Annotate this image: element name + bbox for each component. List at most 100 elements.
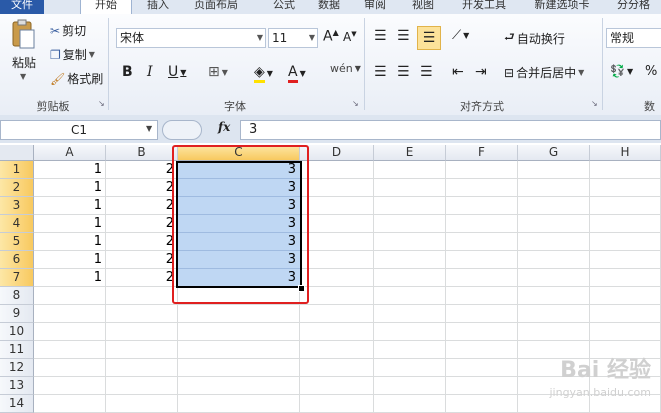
cell[interactable]: [446, 161, 518, 179]
decrease-indent-button[interactable]: ⇤: [452, 64, 464, 80]
formula-input[interactable]: 3: [240, 120, 661, 140]
cell[interactable]: [178, 359, 300, 377]
cell-b1[interactable]: 2: [106, 161, 178, 179]
cell[interactable]: [590, 233, 661, 251]
cell[interactable]: [374, 287, 446, 305]
cell[interactable]: [518, 287, 590, 305]
cell[interactable]: [590, 269, 661, 287]
underline-button[interactable]: U ▼: [168, 64, 186, 80]
cell[interactable]: [518, 215, 590, 233]
cell[interactable]: [590, 323, 661, 341]
accounting-format-button[interactable]: 💱 ▼: [610, 64, 633, 78]
cell[interactable]: [590, 341, 661, 359]
cell[interactable]: [374, 395, 446, 413]
cell[interactable]: [446, 269, 518, 287]
formula-expand-handle[interactable]: [162, 120, 202, 140]
cell[interactable]: [300, 161, 374, 179]
cell-b7[interactable]: 2: [106, 269, 178, 287]
cell[interactable]: [374, 341, 446, 359]
cell[interactable]: [106, 341, 178, 359]
cell[interactable]: [300, 341, 374, 359]
cell-b3[interactable]: 2: [106, 197, 178, 215]
paste-dropdown-icon[interactable]: ▼: [20, 72, 26, 81]
cell[interactable]: [446, 251, 518, 269]
tab-review[interactable]: 审阅: [352, 0, 398, 14]
cell-a6[interactable]: 1: [34, 251, 106, 269]
cell[interactable]: [300, 233, 374, 251]
cell[interactable]: [300, 251, 374, 269]
cell[interactable]: [106, 377, 178, 395]
bold-button[interactable]: B: [122, 64, 133, 80]
cell[interactable]: [374, 377, 446, 395]
tab-view[interactable]: 视图: [400, 0, 446, 14]
tab-data[interactable]: 数据: [306, 0, 352, 14]
cell[interactable]: [300, 395, 374, 413]
cell-b2[interactable]: 2: [106, 179, 178, 197]
clipboard-launcher-icon[interactable]: ↘: [98, 100, 106, 108]
cell[interactable]: [300, 269, 374, 287]
cell[interactable]: [106, 305, 178, 323]
copy-dropdown-icon[interactable]: ▼: [89, 50, 95, 59]
font-color-button[interactable]: A ▼: [288, 64, 306, 83]
cell[interactable]: [518, 233, 590, 251]
cell[interactable]: [446, 377, 518, 395]
tab-home[interactable]: 开始: [80, 0, 132, 14]
cell[interactable]: [34, 377, 106, 395]
cell[interactable]: [374, 305, 446, 323]
alignment-launcher-icon[interactable]: ↘: [591, 100, 599, 108]
cell[interactable]: [446, 305, 518, 323]
percent-button[interactable]: %: [645, 64, 657, 79]
font-name-select[interactable]: 宋体 ▼: [116, 28, 266, 48]
cell[interactable]: [374, 359, 446, 377]
merge-center-button[interactable]: ⊟ 合并后居中 ▼: [504, 64, 584, 81]
cell-a5[interactable]: 1: [34, 233, 106, 251]
cell-b6[interactable]: 2: [106, 251, 178, 269]
tab-insert[interactable]: 插入: [138, 0, 178, 14]
cell[interactable]: [300, 305, 374, 323]
cell-b5[interactable]: 2: [106, 233, 178, 251]
align-right-button[interactable]: ☰: [420, 64, 433, 80]
cell[interactable]: [518, 269, 590, 287]
cell[interactable]: [300, 377, 374, 395]
font-size-select[interactable]: 11 ▼: [268, 28, 318, 48]
cell[interactable]: [34, 323, 106, 341]
cell[interactable]: [106, 287, 178, 305]
chevron-down-icon[interactable]: ▼: [146, 124, 152, 133]
tab-file[interactable]: 文件: [0, 0, 44, 14]
cell[interactable]: [374, 323, 446, 341]
orientation-button[interactable]: ⟋ ▼: [452, 28, 469, 43]
cell-a2[interactable]: 1: [34, 179, 106, 197]
tab-extra[interactable]: 分分格: [606, 0, 661, 14]
cell[interactable]: [446, 341, 518, 359]
cell[interactable]: [518, 341, 590, 359]
insert-function-icon[interactable]: fx: [218, 120, 230, 134]
cell-a3[interactable]: 1: [34, 197, 106, 215]
fill-handle[interactable]: [298, 285, 305, 292]
cell[interactable]: [374, 269, 446, 287]
cell[interactable]: [446, 215, 518, 233]
align-bottom-button[interactable]: ☰: [417, 26, 441, 50]
tab-new-tab[interactable]: 新建选项卡: [522, 0, 602, 14]
cut-button[interactable]: ✂ 剪切: [50, 22, 86, 39]
cell[interactable]: [590, 161, 661, 179]
cell[interactable]: [178, 341, 300, 359]
cell[interactable]: [106, 395, 178, 413]
cell[interactable]: [590, 287, 661, 305]
cell[interactable]: [518, 251, 590, 269]
wrap-text-button[interactable]: ⮐ 自动换行: [504, 28, 565, 49]
paste-button[interactable]: [8, 18, 38, 53]
italic-button[interactable]: I: [147, 64, 153, 80]
copy-button[interactable]: ❐ 复制 ▼: [50, 46, 95, 63]
cell[interactable]: [178, 323, 300, 341]
cell[interactable]: [374, 251, 446, 269]
cell[interactable]: [300, 287, 374, 305]
cell[interactable]: [518, 161, 590, 179]
cell[interactable]: [34, 395, 106, 413]
number-format-select[interactable]: 常规: [606, 28, 661, 48]
tab-formulas[interactable]: 公式: [262, 0, 306, 14]
cell[interactable]: [518, 197, 590, 215]
cell-a4[interactable]: 1: [34, 215, 106, 233]
shrink-font-button[interactable]: A▼: [343, 30, 357, 44]
cell[interactable]: [34, 305, 106, 323]
cell[interactable]: [518, 323, 590, 341]
